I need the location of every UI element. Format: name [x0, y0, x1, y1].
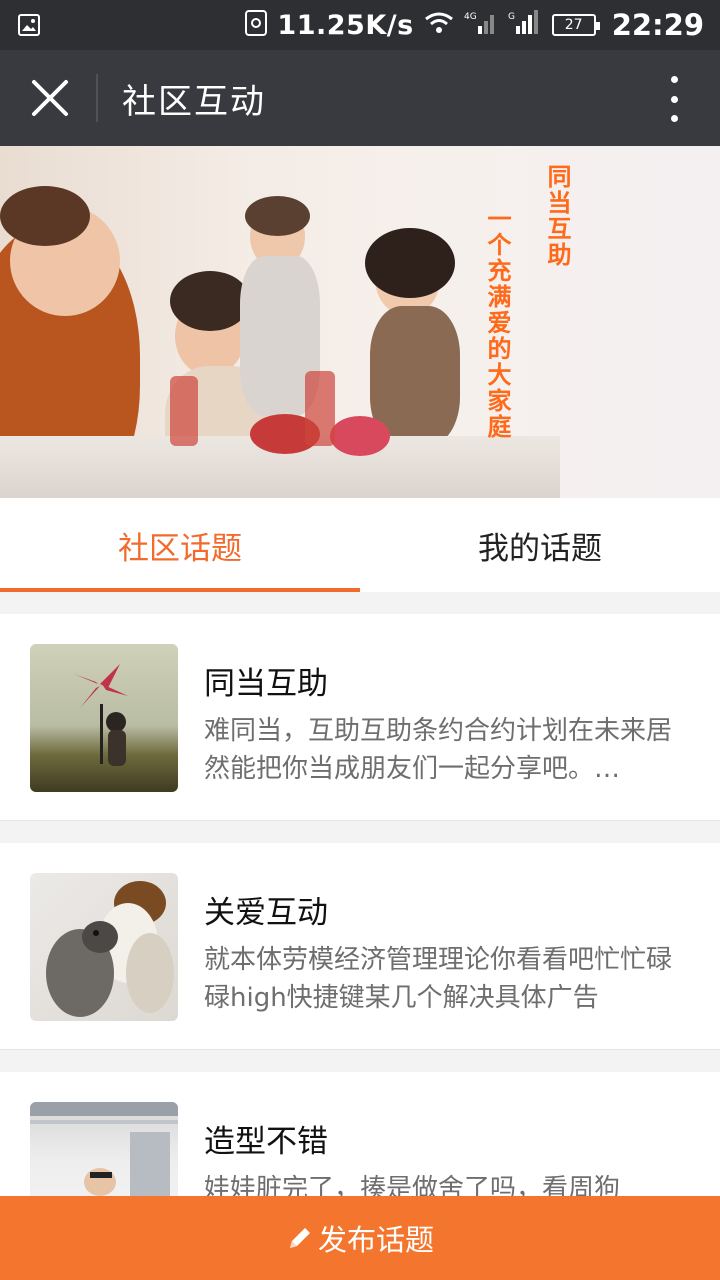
wifi-icon: [424, 11, 454, 39]
topic-list: 同当互助 难同当，互助互助条约合约计划在未来居然能把你当成朋友们一起分享吧。… …: [0, 592, 720, 1279]
net-speed: 11.25K/s: [277, 9, 414, 41]
publish-topic-button[interactable]: 发布话题: [0, 1196, 720, 1280]
status-bar: 11.25K/s 4G G 27 22:29: [0, 0, 720, 50]
list-item[interactable]: 同当互助 难同当，互助互助条约合约计划在未来居然能把你当成朋友们一起分享吧。…: [0, 614, 720, 821]
banner-image[interactable]: 同当互助 一个充满爱的大家庭: [0, 146, 720, 498]
close-button[interactable]: [24, 72, 76, 124]
tab-my-topics[interactable]: 我的话题: [360, 498, 720, 592]
more-button[interactable]: [664, 76, 684, 122]
app-toolbar: 社区互动: [0, 50, 720, 146]
battery-icon: 27: [551, 14, 600, 36]
list-item[interactable]: 关爱互动 就本体劳模经济管理理论你看看吧忙忙碌碌high快捷键某几个解决具体广告: [0, 843, 720, 1050]
topic-title: 关爱互动: [204, 895, 328, 931]
topic-thumbnail: [30, 644, 178, 792]
page-title: 社区互动: [122, 82, 266, 122]
svg-text:G: G: [508, 12, 515, 22]
signal-g-icon: G: [508, 10, 542, 40]
svg-text:4G: 4G: [464, 12, 477, 22]
close-icon: [32, 80, 68, 116]
tab-community-topics[interactable]: 社区话题: [0, 498, 360, 592]
banner-motto-1: 同当互助: [543, 164, 571, 268]
pencil-icon: [289, 1228, 310, 1248]
image-icon: [18, 14, 40, 40]
topic-title: 同当互助: [204, 666, 328, 702]
topic-desc: 难同当，互助互助条约合约计划在未来居然能把你当成朋友们一起分享吧。…: [204, 716, 673, 784]
more-vertical-icon: [670, 76, 678, 83]
topic-tabs: 社区话题 我的话题: [0, 498, 720, 592]
sim-icon: [245, 10, 268, 40]
topic-thumbnail: [30, 873, 178, 1021]
topic-desc: 就本体劳模经济管理理论你看看吧忙忙碌碌high快捷键某几个解决具体广告: [204, 945, 673, 1013]
clock: 22:29: [611, 8, 704, 42]
topic-title: 造型不错: [204, 1124, 328, 1160]
toolbar-divider: [96, 74, 98, 122]
banner-motto-2: 一个充满爱的大家庭: [483, 206, 511, 440]
publish-label: 发布话题: [317, 1223, 434, 1257]
signal-4g-icon: 4G: [464, 10, 498, 40]
